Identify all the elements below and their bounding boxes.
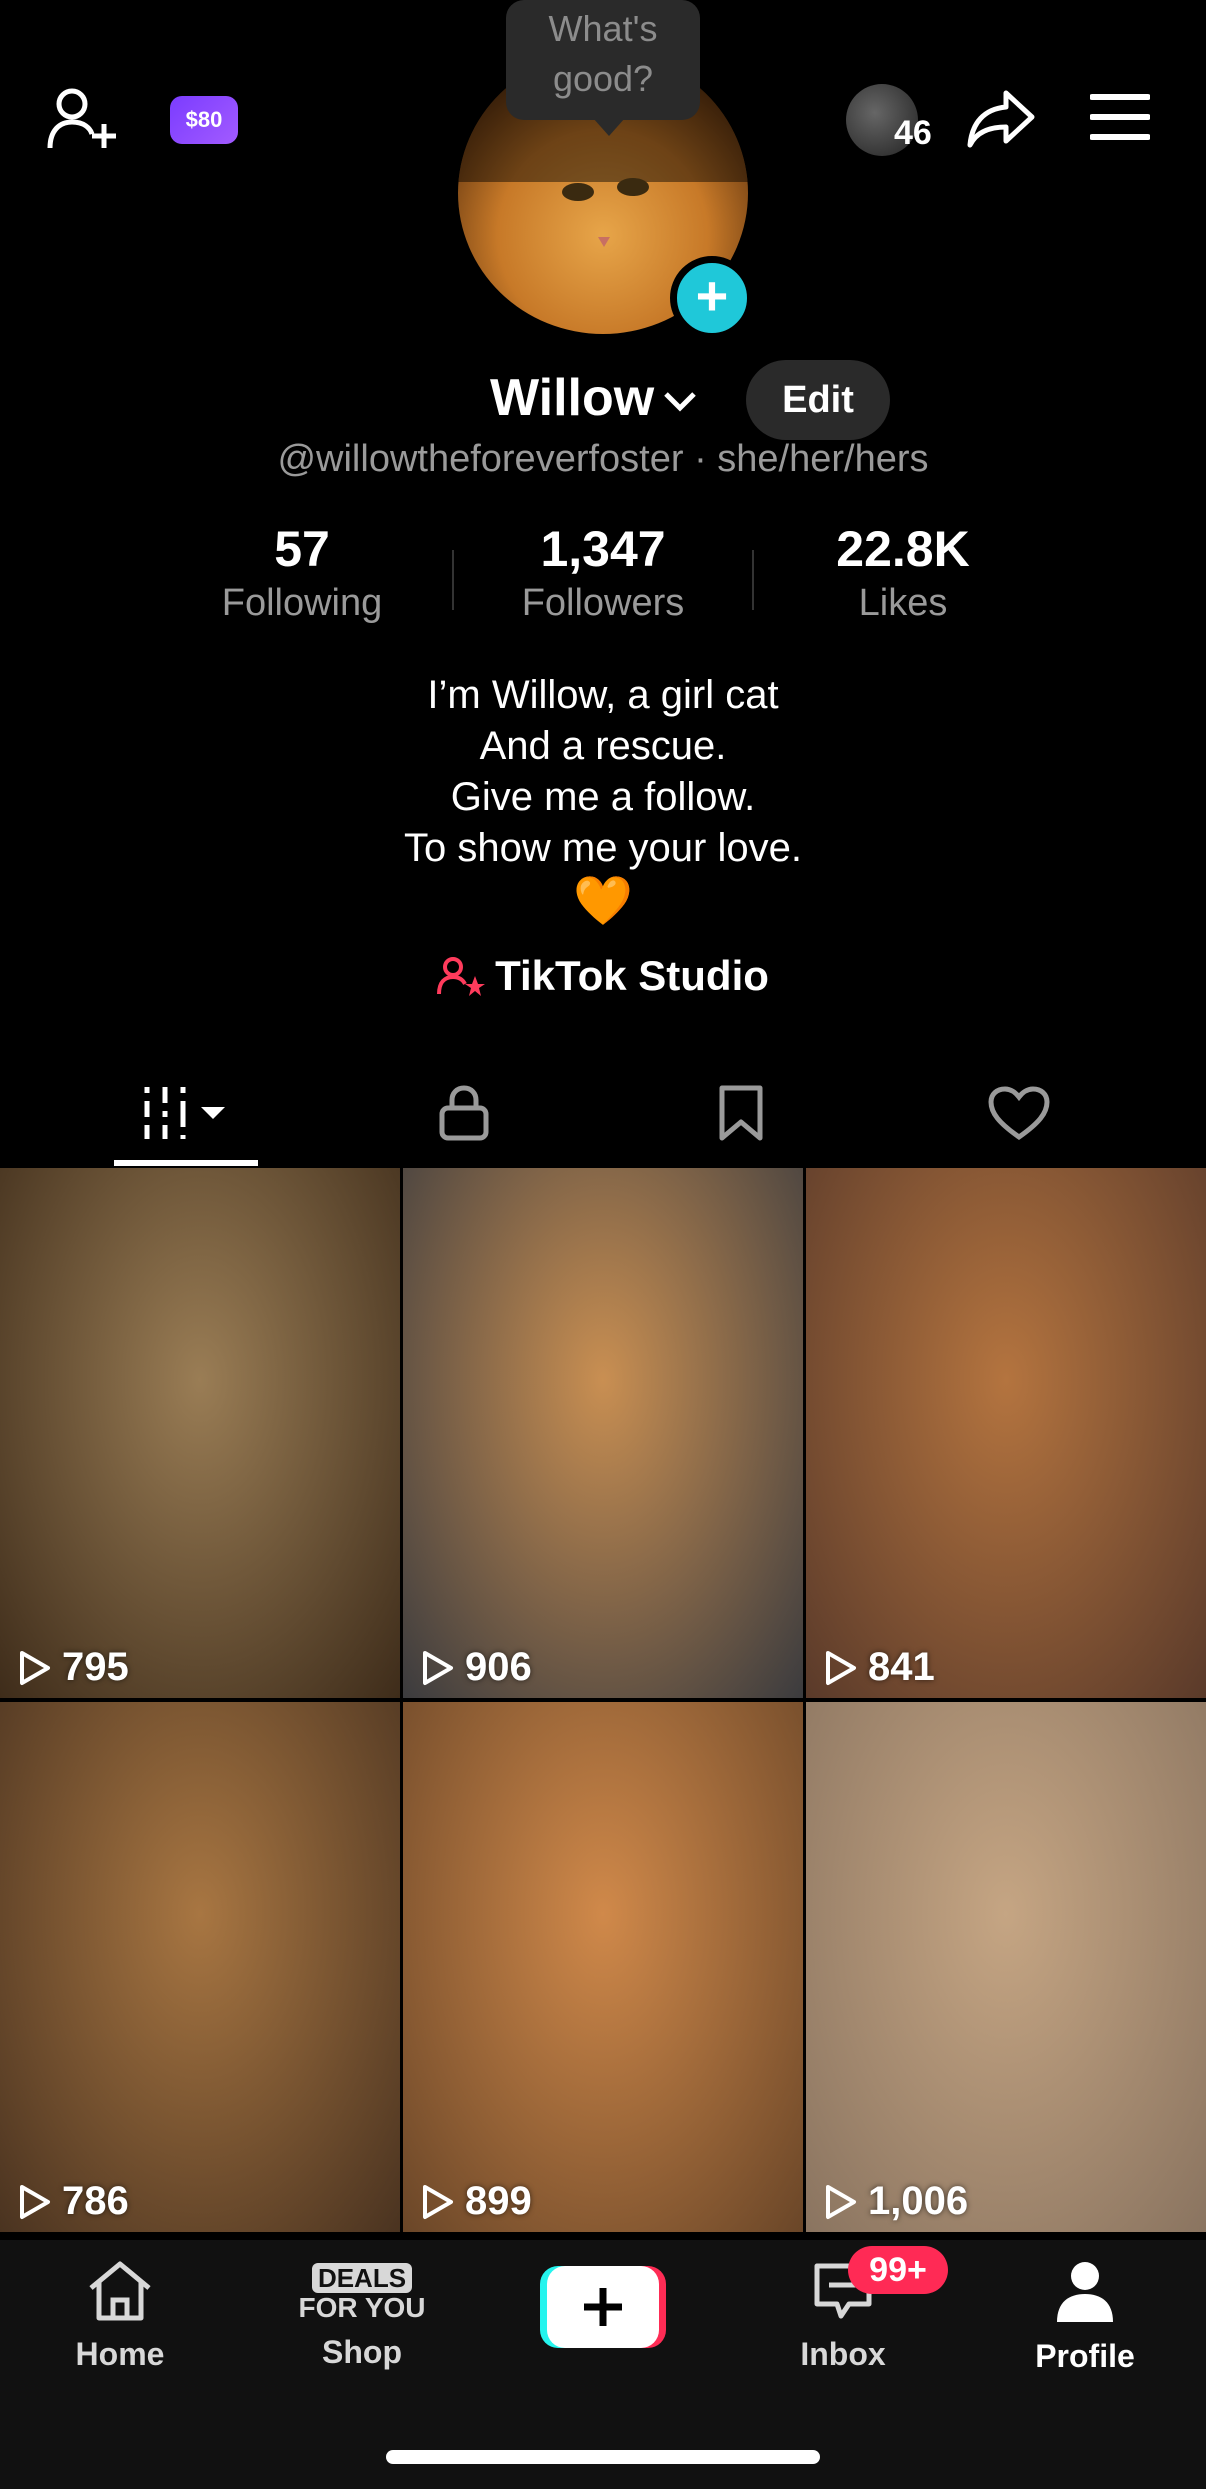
video-thumbnail[interactable]: 841	[806, 1168, 1206, 1698]
menu-icon[interactable]	[1090, 92, 1150, 142]
view-count: 899	[421, 2179, 532, 2224]
chevron-down-icon[interactable]	[662, 390, 698, 414]
edit-profile-button[interactable]: Edit	[746, 360, 890, 440]
view-count: 906	[421, 1645, 532, 1690]
home-icon	[89, 2261, 151, 2321]
tab-liked[interactable]	[868, 1060, 1169, 1166]
view-count-value: 1,006	[868, 2179, 969, 2223]
orange-heart-emoji: 🧡	[573, 875, 633, 928]
stat-followers[interactable]: 1,347 Followers	[483, 520, 723, 625]
view-count: 786	[18, 2179, 129, 2224]
top-bar: $80 What's good? + 46	[0, 0, 1206, 340]
add-story-button[interactable]: +	[670, 256, 754, 340]
profile-icon	[1057, 2262, 1113, 2322]
view-count: 1,006	[824, 2179, 968, 2224]
status-tooltip[interactable]: What's good?	[506, 0, 700, 136]
studio-label: TikTok Studio	[495, 952, 769, 999]
play-icon	[826, 2184, 856, 2219]
bio-line: Give me a follow.	[450, 775, 756, 819]
stat-likes[interactable]: 22.8K Likes	[783, 520, 1023, 625]
grid-menu-icon	[144, 1087, 225, 1139]
play-icon	[20, 2184, 50, 2219]
lock-icon	[439, 1085, 488, 1141]
for-you-label: FOR YOU	[298, 2292, 426, 2323]
video-thumbnail[interactable]: 795	[0, 1168, 400, 1698]
nav-label: Home	[75, 2336, 165, 2372]
plus-icon	[540, 2266, 666, 2348]
view-count-value: 899	[465, 2179, 532, 2223]
view-count: 795	[18, 1645, 129, 1690]
bio-line: To show me your love.	[404, 826, 802, 870]
bookmark-icon	[719, 1085, 762, 1141]
stat-label: Followers	[521, 582, 685, 624]
content-tabs	[0, 1060, 1206, 1170]
play-icon	[423, 1650, 453, 1685]
tiktok-studio-link[interactable]: TikTok Studio	[0, 952, 1206, 1000]
profile-stats: 57 Following 1,347 Followers 22.8K Likes	[0, 520, 1206, 630]
profile-handle: @willowtheforeverfoster · she/her/hers	[277, 438, 929, 480]
video-thumbnail[interactable]: 906	[403, 1168, 803, 1698]
nav-label: Profile	[1035, 2338, 1135, 2374]
nav-label: Shop	[322, 2334, 402, 2370]
view-count-value: 786	[62, 2179, 129, 2223]
video-thumbnail[interactable]: 1,006	[806, 1702, 1206, 2232]
active-tab-indicator	[114, 1160, 258, 1166]
video-thumbnail[interactable]: 786	[0, 1702, 400, 2232]
stat-value: 1,347	[540, 521, 666, 577]
play-icon	[20, 1650, 50, 1685]
stat-following[interactable]: 57 Following	[182, 520, 422, 625]
view-count-value: 906	[465, 1645, 532, 1689]
divider	[452, 550, 454, 610]
studio-icon	[437, 957, 486, 996]
profile-bio: I’m Willow, a girl cat And a rescue. Giv…	[0, 670, 1206, 874]
stat-label: Likes	[858, 582, 948, 624]
bio-line: I’m Willow, a girl cat	[427, 673, 779, 717]
tab-saved[interactable]	[590, 1060, 891, 1166]
stat-value: 57	[274, 521, 330, 577]
video-thumbnail[interactable]: 899	[403, 1702, 803, 2232]
coins-badge[interactable]: $80	[170, 96, 238, 144]
stat-label: Following	[221, 582, 383, 624]
play-icon	[826, 1650, 856, 1685]
deals-badge: DEALS	[311, 2263, 413, 2293]
stat-value: 22.8K	[836, 521, 970, 577]
play-icon	[423, 2184, 453, 2219]
view-count-value: 795	[62, 1645, 129, 1689]
nav-home[interactable]: Home	[20, 2258, 220, 2373]
inbox-badge: 99+	[848, 2246, 948, 2294]
create-button[interactable]	[540, 2266, 666, 2348]
home-indicator	[386, 2450, 820, 2464]
view-count-value: 841	[868, 1645, 935, 1689]
heart-icon	[987, 1086, 1050, 1141]
name-row: Willow Edit	[0, 360, 1206, 440]
add-friend-icon[interactable]	[46, 86, 120, 152]
view-count: 841	[824, 1645, 935, 1690]
nav-profile[interactable]: Profile	[985, 2258, 1185, 2375]
tab-private[interactable]	[313, 1060, 614, 1166]
friends-count: 46	[894, 114, 932, 152]
share-icon[interactable]	[966, 86, 1036, 152]
nav-shop[interactable]: DEALS FOR YOU Shop	[262, 2258, 462, 2371]
profile-name[interactable]: Willow	[490, 368, 654, 428]
bio-line: And a rescue.	[479, 724, 727, 768]
tab-videos[interactable]	[36, 1060, 337, 1166]
nav-label: Inbox	[800, 2336, 886, 2372]
divider	[752, 550, 754, 610]
